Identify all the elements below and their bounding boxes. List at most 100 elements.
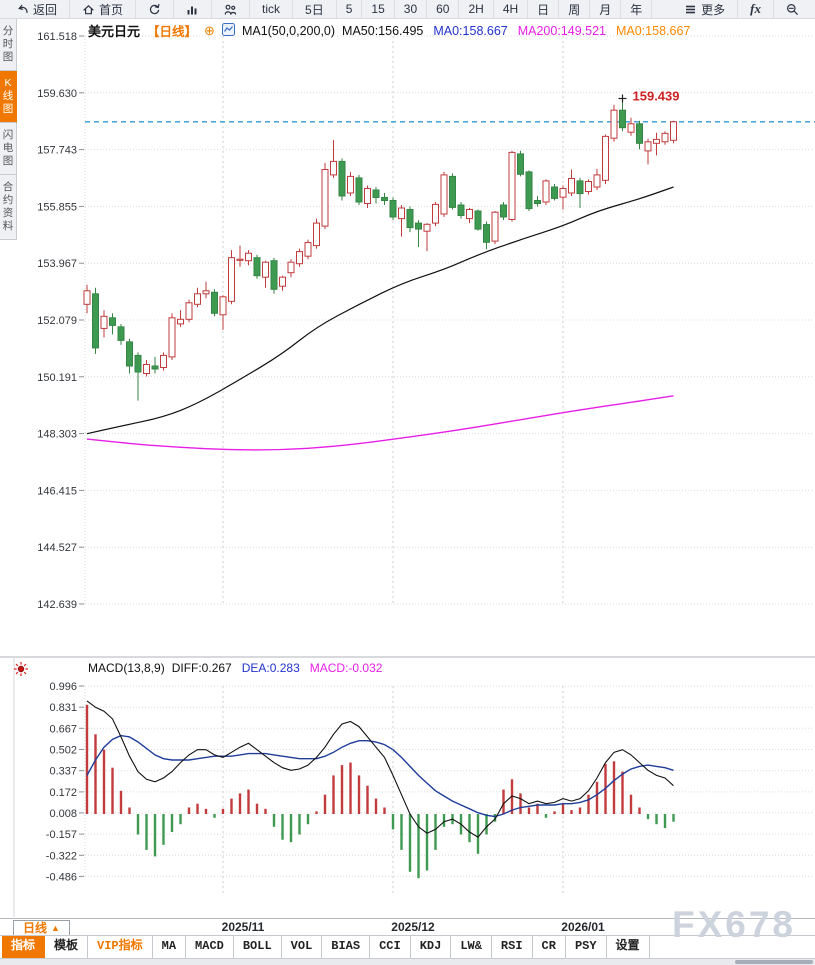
bottom-tab-cci[interactable]: CCI (370, 936, 411, 958)
mini-chart-icon[interactable] (222, 23, 235, 39)
bottom-tab-psy[interactable]: PSY (566, 936, 607, 958)
circle-plus-icon[interactable]: ⊕ (204, 23, 215, 39)
period-year-button[interactable]: 年 (621, 0, 652, 18)
svg-text:0.008: 0.008 (49, 808, 77, 820)
bottom-tab-kdj[interactable]: KDJ (411, 936, 452, 958)
svg-text:-0.486: -0.486 (46, 871, 77, 883)
bottom-tab-ma[interactable]: MA (153, 936, 186, 958)
bottom-tab-vol[interactable]: VOL (282, 936, 323, 958)
period-60m-button[interactable]: 60 (427, 0, 459, 18)
period-year-button-label: 年 (630, 1, 642, 18)
refresh-icon (148, 3, 161, 16)
horizontal-scrollbar[interactable] (0, 958, 815, 965)
scrollbar-thumb[interactable] (735, 960, 813, 964)
period-2h-button[interactable]: 2H (459, 0, 493, 18)
x-axis-row: 日线 ▲ 2025/112025/122026/01 (0, 918, 815, 935)
more-button-label: 更多 (701, 1, 725, 18)
macd-value-0: DIFF:0.267 (172, 661, 232, 675)
bottom-tab-template[interactable]: 模板 (45, 936, 88, 958)
period-week-button[interactable]: 周 (559, 0, 590, 18)
refresh-button[interactable] (136, 0, 174, 18)
sidebar-tab-lightning-chart-char: 图 (0, 155, 16, 168)
fx-indicator-button[interactable]: fx (738, 0, 774, 18)
bottom-tab-indicator[interactable]: 指标 (2, 936, 45, 958)
sidebar-tab-contract-info[interactable]: 合约资料 (0, 175, 17, 240)
sidebar-tab-kline-chart-char: 线 (0, 90, 16, 103)
period-day-button[interactable]: 日 (528, 0, 559, 18)
svg-text:153.967: 153.967 (37, 258, 77, 270)
svg-text:0.172: 0.172 (49, 787, 77, 799)
period-30m-button-label: 30 (404, 2, 417, 16)
sidebar-tab-lightning-chart-char: 电 (0, 142, 16, 155)
diff-line (87, 701, 674, 837)
ma-value-0: MA50:156.495 (342, 24, 423, 38)
sidebar-tab-contract-info-char: 约 (0, 194, 16, 207)
chart-canvas[interactable]: 161.518159.630157.743155.855153.967152.0… (0, 0, 815, 965)
sidebar-tab-kline-chart[interactable]: K线图 (0, 71, 17, 123)
bottom-tab-bias[interactable]: BIAS (322, 936, 370, 958)
ma-values: MA50:156.495MA0:158.667MA200:149.521MA0:… (342, 24, 690, 38)
svg-text:161.518: 161.518 (37, 31, 77, 43)
sidebar-tab-contract-info-char: 合 (0, 181, 16, 194)
menu-icon (684, 3, 697, 16)
period-5m-button-label: 5 (346, 2, 353, 16)
period-15m-button[interactable]: 15 (362, 0, 394, 18)
bottom-tab-cr[interactable]: CR (533, 936, 566, 958)
grid-layer: 161.518159.630157.743155.855153.967152.0… (0, 31, 815, 917)
people-icon (224, 3, 237, 16)
peak-annotation: 159.439 (619, 89, 680, 104)
bottom-tab-vip-indicator[interactable]: VIP指标 (88, 936, 153, 958)
compare-button[interactable] (212, 0, 250, 18)
sidebar-tab-contract-info-char: 资 (0, 207, 16, 220)
svg-text:146.415: 146.415 (37, 485, 77, 497)
period-5d-button-label: 5日 (305, 1, 324, 18)
svg-text:-0.157: -0.157 (46, 829, 77, 841)
zoom-out-button[interactable] (774, 0, 811, 18)
bar-chart-icon (186, 3, 199, 16)
fx-indicator-button-label: fx (750, 1, 761, 17)
period-month-button-label: 月 (599, 1, 611, 18)
bottom-tab-settings[interactable]: 设置 (607, 936, 650, 958)
macd-settings-label: MACD(13,8,9) (88, 661, 165, 675)
ma-settings-label: MA1(50,0,200,0) (242, 24, 335, 38)
more-button[interactable]: 更多 (672, 0, 738, 18)
bottom-tab-lw[interactable]: LW& (451, 936, 492, 958)
x-axis-label-2026-01: 2026/01 (561, 920, 604, 934)
home-button[interactable]: 首页 (70, 0, 136, 18)
dea-line (87, 736, 674, 817)
svg-text:0.667: 0.667 (49, 723, 77, 735)
svg-text:142.639: 142.639 (37, 599, 77, 611)
svg-text:0.502: 0.502 (49, 745, 77, 757)
period-5d-button[interactable]: 5日 (293, 0, 337, 18)
candles-layer[interactable] (84, 99, 677, 401)
svg-text:0.337: 0.337 (49, 766, 77, 778)
period-4h-button-label: 4H (503, 2, 518, 16)
period-2h-button-label: 2H (468, 2, 483, 16)
bottom-tab-macd[interactable]: MACD (186, 936, 234, 958)
sidebar-tab-time-chart-char: 时 (0, 38, 16, 51)
period-5m-button[interactable]: 5 (337, 0, 363, 18)
zoom-out-icon (786, 3, 799, 16)
home-button-label: 首页 (99, 1, 123, 18)
svg-text:155.855: 155.855 (37, 201, 77, 213)
sidebar-tab-lightning-chart-char: 闪 (0, 129, 16, 142)
svg-text:0.831: 0.831 (49, 702, 77, 714)
sidebar-tab-lightning-chart[interactable]: 闪电图 (0, 123, 17, 175)
period-tag: 【日线】 (147, 21, 197, 40)
sun-indicator-icon[interactable] (13, 661, 29, 682)
period-month-button[interactable]: 月 (590, 0, 621, 18)
home-icon (82, 3, 95, 16)
back-button[interactable]: 返回 (4, 0, 70, 18)
period-4h-button[interactable]: 4H (494, 0, 528, 18)
ma-value-1: MA0:158.667 (433, 24, 507, 38)
chart-type-button[interactable] (174, 0, 212, 18)
sidebar-tab-time-chart[interactable]: 分时图 (0, 19, 17, 71)
period-30m-button[interactable]: 30 (395, 0, 427, 18)
period-60m-button-label: 60 (436, 2, 449, 16)
period-week-button-label: 周 (568, 1, 580, 18)
bottom-tab-rsi[interactable]: RSI (492, 936, 533, 958)
tick-button[interactable]: tick (250, 0, 293, 18)
bottom-tab-boll[interactable]: BOLL (234, 936, 282, 958)
svg-text:159.439: 159.439 (633, 89, 680, 104)
period-selector-button[interactable]: 日线 ▲ (13, 920, 70, 936)
